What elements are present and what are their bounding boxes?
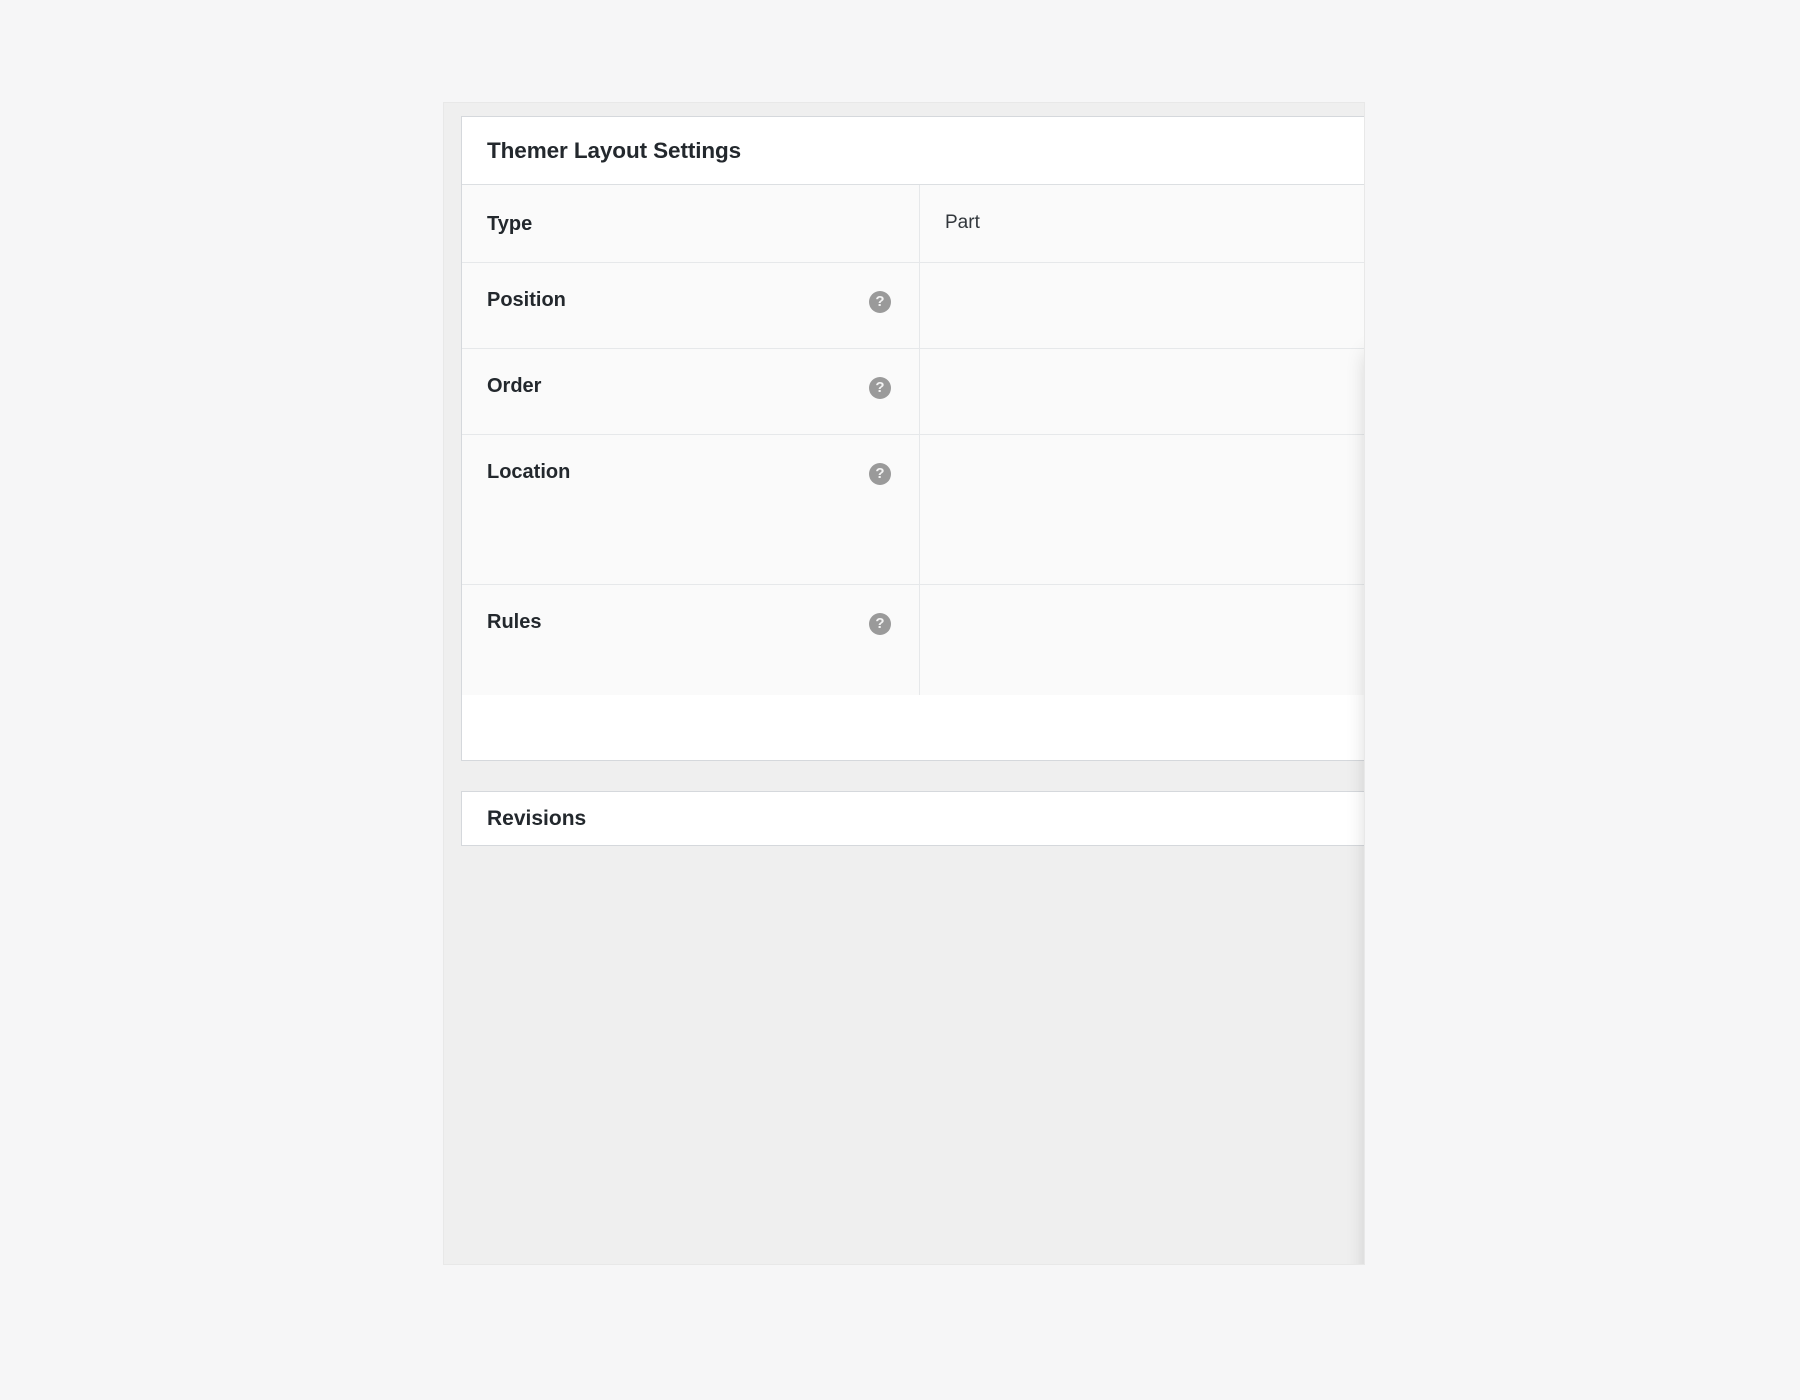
row-value-cell-order[interactable] bbox=[920, 349, 1364, 434]
help-icon[interactable]: ? bbox=[869, 291, 891, 313]
row-label-cell-type: Type bbox=[462, 185, 920, 262]
settings-row-order: Order ? bbox=[462, 349, 1364, 435]
row-value-cell-type: Part bbox=[920, 185, 1364, 262]
settings-row-location: Location ? bbox=[462, 435, 1364, 585]
row-value-cell-position[interactable] bbox=[920, 263, 1364, 348]
row-value-cell-location[interactable] bbox=[920, 435, 1364, 584]
settings-row-type: Type Part bbox=[462, 185, 1364, 263]
help-icon[interactable]: ? bbox=[869, 463, 891, 485]
revisions-metabox[interactable]: Revisions bbox=[461, 791, 1364, 846]
screen-root: Themer Layout Settings Type Part Positio… bbox=[0, 0, 1800, 1400]
row-label-cell-position: Position ? bbox=[462, 263, 920, 348]
field-value-type: Part bbox=[945, 212, 980, 233]
field-label-order: Order bbox=[487, 375, 542, 397]
settings-row-position: Position ? bbox=[462, 263, 1364, 349]
help-icon[interactable]: ? bbox=[869, 613, 891, 635]
row-label-cell-order: Order ? bbox=[462, 349, 920, 434]
row-value-cell-rules[interactable] bbox=[920, 585, 1364, 695]
settings-row-rules: Rules ? bbox=[462, 585, 1364, 695]
field-label-location: Location bbox=[487, 461, 571, 483]
revisions-title: Revisions bbox=[487, 806, 587, 830]
field-label-rules: Rules bbox=[487, 611, 542, 633]
page-title: Themer Layout Settings bbox=[487, 137, 742, 163]
row-label-cell-rules: Rules ? bbox=[462, 585, 920, 695]
settings-table: Type Part Position ? Order ? Location ? … bbox=[462, 185, 1364, 695]
settings-panel-wrapper: Themer Layout Settings Type Part Positio… bbox=[443, 102, 1365, 1265]
themer-layout-settings-metabox: Themer Layout Settings Type Part Positio… bbox=[461, 116, 1364, 761]
row-label-cell-location: Location ? bbox=[462, 435, 920, 584]
field-label-position: Position bbox=[487, 289, 566, 311]
help-icon[interactable]: ? bbox=[869, 377, 891, 399]
field-label-type: Type bbox=[487, 213, 533, 235]
metabox-header: Themer Layout Settings bbox=[462, 117, 1364, 185]
